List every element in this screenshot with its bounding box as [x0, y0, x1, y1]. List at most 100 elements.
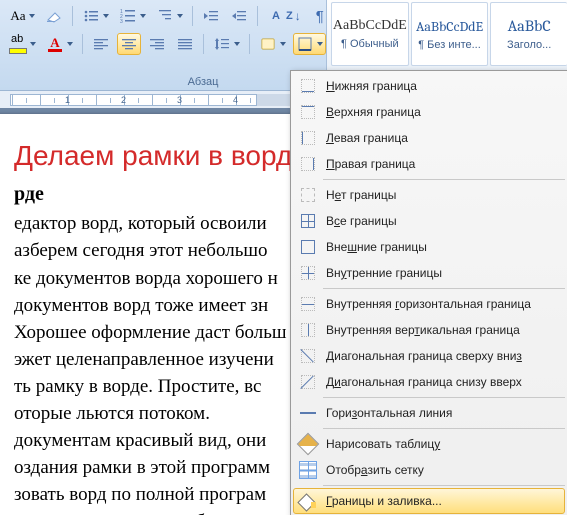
- menu-item-border-all[interactable]: Все границы: [293, 208, 565, 234]
- doc-line: азберем сегодня этот небольшо: [14, 238, 296, 263]
- doc-line: эжет целенаправленное изучени: [14, 347, 296, 372]
- align-left-button[interactable]: [89, 33, 113, 55]
- align-center-icon: [120, 35, 138, 53]
- menu-item-label: Границы и заливка...: [326, 494, 442, 508]
- menu-item-label: Диагональная граница сверху вниз: [326, 349, 522, 363]
- menu-item-border-bottom[interactable]: Нижняя граница: [293, 73, 565, 99]
- numbering-button[interactable]: 123: [116, 5, 149, 27]
- menu-item-hline[interactable]: Горизонтальная линия: [293, 400, 565, 426]
- doc-line: ть рамку в ворде. Простите, вс: [14, 374, 296, 399]
- border-inside-icon: [294, 261, 322, 285]
- indent-increase-icon: [230, 7, 248, 25]
- numbering-icon: 123: [119, 7, 137, 25]
- shading-button[interactable]: [256, 33, 289, 55]
- page-subtitle: рде: [14, 181, 296, 207]
- menu-item-border-none[interactable]: Нет границы: [293, 182, 565, 208]
- menu-item-show-grid[interactable]: Отобразить сетку: [293, 457, 565, 483]
- doc-line: му что вы покажете себя экспе: [14, 509, 296, 515]
- border-top-icon: [294, 100, 322, 124]
- menu-item-label: Правая граница: [326, 157, 415, 171]
- page[interactable]: Делаем рамки в ворде рде едактор ворд, к…: [0, 114, 310, 515]
- sort-button[interactable]: A Z ↓: [264, 5, 304, 27]
- indent-decrease-button[interactable]: [199, 5, 223, 27]
- align-left-icon: [92, 35, 110, 53]
- doc-line: документов ворд тоже имеет зн: [14, 293, 296, 318]
- style-tile-heading[interactable]: AaBbC Заголо...: [490, 2, 567, 66]
- menu-item-border-top[interactable]: Верхняя граница: [293, 99, 565, 125]
- borders-dropdown: Нижняя граница Верхняя граница Левая грани…: [290, 70, 567, 515]
- doc-line: оторые льются потоком.: [14, 401, 296, 426]
- menu-separator: [323, 485, 565, 486]
- style-tile-no-spacing[interactable]: AaBbCcDdE ¶ Без инте...: [411, 2, 489, 66]
- doc-line: зовать ворд по полной програм: [14, 482, 296, 507]
- bullets-button[interactable]: [79, 5, 112, 27]
- menu-item-label: Горизонтальная линия: [326, 406, 452, 420]
- border-in-h-icon: [294, 292, 322, 316]
- bullets-icon: [82, 7, 100, 25]
- menu-item-border-in-h[interactable]: Внутренняя горизонтальная граница: [293, 291, 565, 317]
- menu-item-label: Нарисовать таблицу: [326, 437, 440, 451]
- menu-item-label: Все границы: [326, 214, 397, 228]
- group-label-paragraph: Абзац: [88, 76, 318, 88]
- border-none-icon: [294, 183, 322, 207]
- align-right-button[interactable]: [145, 33, 169, 55]
- menu-item-label: Внешние границы: [326, 240, 427, 254]
- shading-icon: [259, 35, 277, 53]
- menu-item-label: Левая граница: [326, 131, 408, 145]
- menu-item-label: Верхняя граница: [326, 105, 421, 119]
- font-color-icon: A: [46, 35, 64, 53]
- border-diag-up-icon: [294, 370, 322, 394]
- align-center-button[interactable]: [117, 33, 141, 55]
- menu-item-label: Внутренние границы: [326, 266, 442, 280]
- menu-item-border-diag-up[interactable]: Диагональная граница снизу вверх: [293, 369, 565, 395]
- menu-item-border-outside[interactable]: Внешние границы: [293, 234, 565, 260]
- menu-separator: [323, 397, 565, 398]
- change-case-icon: Aa: [9, 7, 27, 25]
- menu-item-label: Отобразить сетку: [326, 463, 424, 477]
- menu-item-border-diag-dn[interactable]: Диагональная граница сверху вниз: [293, 343, 565, 369]
- menu-item-label: Диагональная граница снизу вверх: [326, 375, 522, 389]
- font-color-button[interactable]: A: [43, 33, 76, 55]
- eraser-icon: [45, 7, 63, 25]
- align-justify-icon: [176, 35, 194, 53]
- page-title: Делаем рамки в ворде: [14, 138, 296, 175]
- line-spacing-icon: [213, 35, 231, 53]
- change-case-button[interactable]: Aa: [6, 5, 38, 27]
- draw-table-icon: [294, 432, 322, 456]
- menu-separator: [323, 179, 565, 180]
- clear-format-button[interactable]: [42, 5, 66, 27]
- borders-split-button[interactable]: [293, 33, 326, 55]
- sort-icon: A: [267, 7, 285, 25]
- line-spacing-button[interactable]: [210, 33, 243, 55]
- hline-icon: [294, 401, 322, 425]
- menu-item-draw-table[interactable]: Нарисовать таблицу: [293, 431, 565, 457]
- menu-separator: [323, 428, 565, 429]
- menu-separator: [323, 288, 565, 289]
- doc-line: оздания рамки в этой программ: [14, 455, 296, 480]
- show-grid-icon: [294, 458, 322, 482]
- border-left-icon: [294, 126, 322, 150]
- align-justify-button[interactable]: [173, 33, 197, 55]
- multilevel-icon: [156, 7, 174, 25]
- menu-item-border-left[interactable]: Левая граница: [293, 125, 565, 151]
- multilevel-button[interactable]: [153, 5, 186, 27]
- doc-line: ке документов ворда хорошего н: [14, 266, 296, 291]
- menu-item-label: Внутренняя вертикальная граница: [326, 323, 520, 337]
- menu-item-border-inside[interactable]: Внутренние границы: [293, 260, 565, 286]
- highlight-button[interactable]: ab: [6, 33, 39, 55]
- border-bottom-icon: [294, 74, 322, 98]
- menu-item-border-in-v[interactable]: Внутренняя вертикальная граница: [293, 317, 565, 343]
- borders-shading-icon: [294, 489, 322, 513]
- menu-item-borders-shading[interactable]: Границы и заливка...: [293, 488, 565, 514]
- indent-increase-button[interactable]: [227, 5, 251, 27]
- menu-item-border-right[interactable]: Правая граница: [293, 151, 565, 177]
- style-tile-normal[interactable]: AaBbCcDdE ¶ Обычный: [331, 2, 409, 66]
- border-outside-icon: [294, 235, 322, 259]
- borders-icon: [296, 35, 314, 53]
- menu-item-label: Нижняя граница: [326, 79, 417, 93]
- border-diag-dn-icon: [294, 344, 322, 368]
- border-right-icon: [294, 152, 322, 176]
- svg-text:3: 3: [120, 19, 123, 24]
- doc-line: едактор ворд, который освоили: [14, 211, 296, 236]
- menu-item-label: Внутренняя горизонтальная граница: [326, 297, 531, 311]
